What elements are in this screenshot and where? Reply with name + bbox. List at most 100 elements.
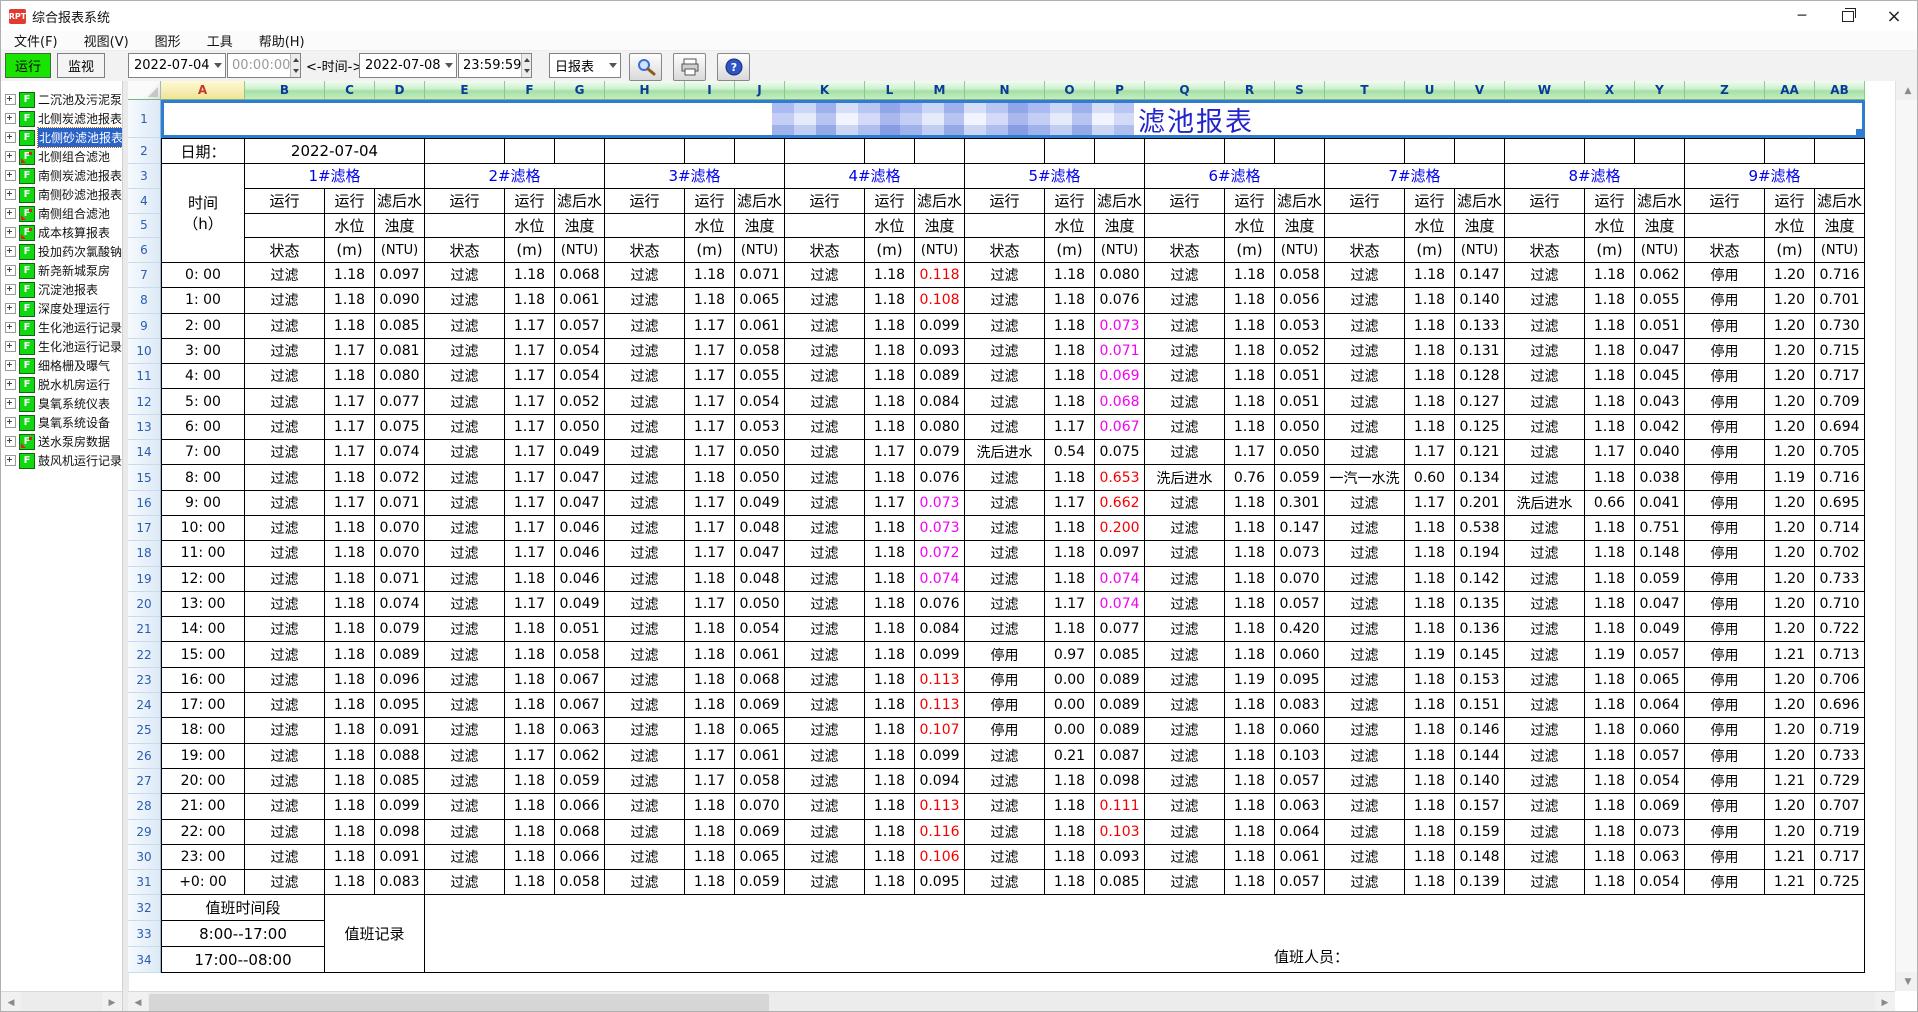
turbidity-cell[interactable]: 0.052 bbox=[1275, 339, 1325, 364]
status-cell[interactable]: 过滤 bbox=[785, 314, 865, 339]
turbidity-cell[interactable]: 0.065 bbox=[735, 288, 785, 313]
turbidity-cell[interactable]: 0.065 bbox=[735, 845, 785, 870]
level-cell[interactable]: 1.18 bbox=[865, 516, 915, 541]
sub-header-cell[interactable]: 运行 bbox=[1585, 189, 1635, 214]
status-cell[interactable]: 过滤 bbox=[425, 642, 505, 667]
turbidity-cell[interactable]: 0.062 bbox=[1635, 263, 1685, 288]
status-cell[interactable]: 过滤 bbox=[425, 567, 505, 592]
expand-icon[interactable] bbox=[5, 455, 16, 466]
level-cell[interactable]: 1.18 bbox=[1585, 870, 1635, 895]
row-header-22[interactable]: 22 bbox=[128, 642, 161, 667]
turbidity-cell[interactable]: 0.716 bbox=[1815, 263, 1865, 288]
status-cell[interactable]: 过滤 bbox=[965, 744, 1045, 769]
status-cell[interactable]: 过滤 bbox=[1505, 389, 1585, 414]
tree-item-6[interactable]: F南侧组合滤池 bbox=[1, 204, 122, 223]
sub-header-cell[interactable]: (NTU) bbox=[915, 238, 965, 263]
level-cell[interactable]: 1.18 bbox=[1585, 769, 1635, 794]
status-cell[interactable]: 过滤 bbox=[785, 339, 865, 364]
level-cell[interactable]: 1.20 bbox=[1765, 516, 1815, 541]
turbidity-cell[interactable]: 0.733 bbox=[1815, 744, 1865, 769]
turbidity-cell[interactable]: 0.719 bbox=[1815, 820, 1865, 845]
turbidity-cell[interactable]: 0.079 bbox=[375, 617, 425, 642]
status-cell[interactable]: 过滤 bbox=[785, 415, 865, 440]
turbidity-cell[interactable]: 0.066 bbox=[555, 845, 605, 870]
status-cell[interactable]: 过滤 bbox=[1145, 339, 1225, 364]
status-cell[interactable]: 过滤 bbox=[1505, 364, 1585, 389]
status-cell[interactable]: 过滤 bbox=[1325, 314, 1405, 339]
status-cell[interactable]: 过滤 bbox=[1325, 592, 1405, 617]
turbidity-cell[interactable]: 0.147 bbox=[1455, 263, 1505, 288]
sub-header-cell[interactable]: 水位 bbox=[1765, 214, 1815, 239]
turbidity-cell[interactable]: 0.054 bbox=[1635, 870, 1685, 895]
level-cell[interactable]: 1.18 bbox=[1225, 516, 1275, 541]
turbidity-cell[interactable]: 0.139 bbox=[1455, 870, 1505, 895]
turbidity-cell[interactable]: 0.072 bbox=[915, 541, 965, 566]
level-cell[interactable]: 1.18 bbox=[1045, 339, 1095, 364]
turbidity-cell[interactable]: 0.053 bbox=[735, 415, 785, 440]
tree-item-2[interactable]: F北侧砂滤池报表 bbox=[1, 128, 122, 147]
time-cell[interactable]: 23: 00 bbox=[161, 845, 245, 870]
level-cell[interactable]: 1.18 bbox=[685, 465, 735, 490]
status-cell[interactable]: 过滤 bbox=[1505, 516, 1585, 541]
turbidity-cell[interactable]: 0.201 bbox=[1455, 491, 1505, 516]
status-cell[interactable]: 过滤 bbox=[605, 389, 685, 414]
status-cell[interactable]: 过滤 bbox=[1325, 744, 1405, 769]
level-cell[interactable]: 1.20 bbox=[1765, 744, 1815, 769]
sub-header-cell[interactable]: 滤后水 bbox=[915, 189, 965, 214]
tree-item-17[interactable]: F臭氧系统设备 bbox=[1, 413, 122, 432]
status-cell[interactable]: 过滤 bbox=[605, 617, 685, 642]
level-cell[interactable]: 1.17 bbox=[1045, 491, 1095, 516]
expand-icon[interactable] bbox=[5, 341, 16, 352]
level-cell[interactable]: 1.18 bbox=[325, 617, 375, 642]
turbidity-cell[interactable]: 0.099 bbox=[375, 794, 425, 819]
status-cell[interactable]: 停用 bbox=[965, 718, 1045, 743]
turbidity-cell[interactable]: 0.063 bbox=[1635, 845, 1685, 870]
row-header-34[interactable]: 34 bbox=[128, 947, 161, 973]
status-cell[interactable]: 停用 bbox=[1685, 718, 1765, 743]
sub-header-cell[interactable]: (NTU) bbox=[1635, 238, 1685, 263]
turbidity-cell[interactable]: 0.146 bbox=[1455, 718, 1505, 743]
sub-header-cell[interactable] bbox=[785, 214, 865, 239]
empty-cell[interactable] bbox=[1325, 138, 1405, 164]
level-cell[interactable]: 1.18 bbox=[1405, 592, 1455, 617]
level-cell[interactable]: 1.18 bbox=[325, 465, 375, 490]
sub-header-cell[interactable]: 水位 bbox=[1225, 214, 1275, 239]
turbidity-cell[interactable]: 0.050 bbox=[1275, 440, 1325, 465]
level-cell[interactable]: 1.18 bbox=[1225, 389, 1275, 414]
status-cell[interactable]: 过滤 bbox=[425, 541, 505, 566]
sub-header-cell[interactable]: 水位 bbox=[325, 214, 375, 239]
turbidity-cell[interactable]: 0.091 bbox=[375, 845, 425, 870]
sub-header-cell[interactable]: 状态 bbox=[605, 238, 685, 263]
expand-icon[interactable] bbox=[5, 94, 16, 105]
level-cell[interactable]: 1.18 bbox=[325, 794, 375, 819]
sub-header-cell[interactable]: 滤后水 bbox=[1095, 189, 1145, 214]
status-cell[interactable]: 过滤 bbox=[1505, 617, 1585, 642]
level-cell[interactable]: 1.18 bbox=[1045, 389, 1095, 414]
turbidity-cell[interactable]: 0.047 bbox=[1635, 339, 1685, 364]
status-cell[interactable]: 过滤 bbox=[605, 567, 685, 592]
level-cell[interactable]: 1.18 bbox=[505, 263, 555, 288]
turbidity-cell[interactable]: 0.091 bbox=[375, 718, 425, 743]
tree-item-4[interactable]: F南侧炭滤池报表 bbox=[1, 166, 122, 185]
status-cell[interactable]: 停用 bbox=[1685, 339, 1765, 364]
time-cell[interactable]: 7: 00 bbox=[161, 440, 245, 465]
status-cell[interactable]: 过滤 bbox=[785, 718, 865, 743]
level-cell[interactable]: 0.00 bbox=[1045, 668, 1095, 693]
level-cell[interactable]: 1.17 bbox=[505, 339, 555, 364]
turbidity-cell[interactable]: 0.200 bbox=[1095, 516, 1145, 541]
level-cell[interactable]: 1.18 bbox=[685, 668, 735, 693]
turbidity-cell[interactable]: 0.049 bbox=[1635, 617, 1685, 642]
turbidity-cell[interactable]: 0.707 bbox=[1815, 794, 1865, 819]
level-cell[interactable]: 1.18 bbox=[325, 845, 375, 870]
time-cell[interactable]: 22: 00 bbox=[161, 820, 245, 845]
turbidity-cell[interactable]: 0.717 bbox=[1815, 845, 1865, 870]
level-cell[interactable]: 1.17 bbox=[865, 440, 915, 465]
turbidity-cell[interactable]: 0.714 bbox=[1815, 516, 1865, 541]
empty-cell[interactable] bbox=[1095, 138, 1145, 164]
filter-group-header-4[interactable]: 4#滤格 bbox=[785, 164, 965, 189]
empty-cell[interactable] bbox=[555, 138, 605, 164]
turbidity-cell[interactable]: 0.751 bbox=[1635, 516, 1685, 541]
level-cell[interactable]: 1.18 bbox=[1405, 339, 1455, 364]
time-cell[interactable]: 5: 00 bbox=[161, 389, 245, 414]
turbidity-cell[interactable]: 0.722 bbox=[1815, 617, 1865, 642]
